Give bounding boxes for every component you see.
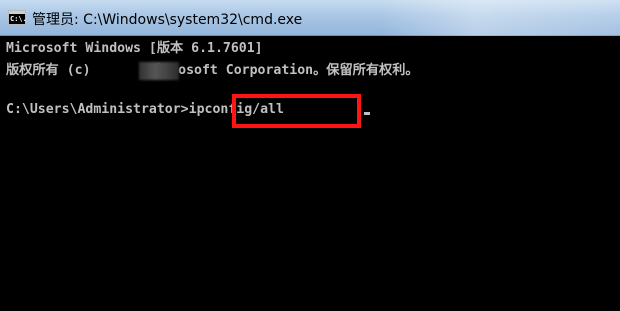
icon-text: C:\. (10, 15, 27, 23)
redacted-blur (139, 62, 179, 80)
titlebar-gloss (380, 0, 620, 36)
console-line-version: Microsoft Windows [版本 6.1.7601] (6, 40, 263, 58)
console-line-copyright: 版权所有 (c) Microsoft Corporation。保留所有权利。 (6, 62, 419, 80)
text-cursor (364, 112, 370, 115)
window-title: 管理员: C:\Windows\system32\cmd.exe (32, 12, 303, 28)
version-text: Microsoft Windows [版本 6.1.7601] (6, 41, 263, 56)
cmd-app-icon[interactable]: C:\. (8, 10, 27, 25)
prompt-path: C:\Users\Administrator> (6, 102, 189, 117)
icon-bar (9, 11, 25, 14)
console-output[interactable]: Microsoft Windows [版本 6.1.7601] 版权所有 (c)… (0, 36, 620, 311)
copyright-suffix: Microsoft Corporation。保留所有权利。 (138, 63, 419, 78)
window-titlebar[interactable]: C:\. 管理员: C:\Windows\system32\cmd.exe (0, 0, 620, 36)
command-highlight-box (232, 94, 361, 128)
copyright-prefix: 版权所有 (c) (6, 63, 99, 78)
